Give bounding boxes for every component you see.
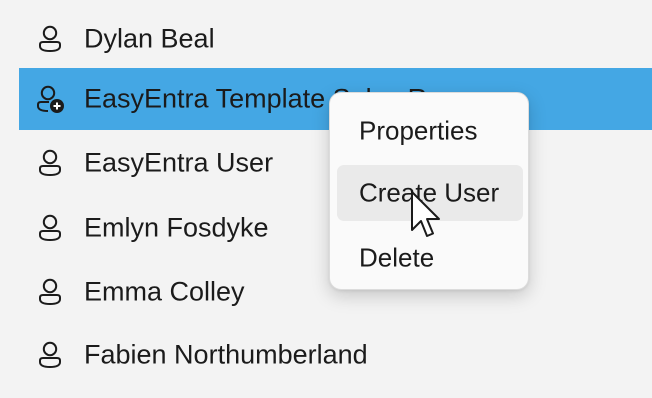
- menu-item-label: Delete: [359, 242, 435, 273]
- list-item-user[interactable]: Dylan Beal: [19, 8, 652, 70]
- list-item-user[interactable]: Fabien Northumberland: [19, 324, 652, 386]
- user-name: Dylan Beal: [84, 23, 215, 54]
- user-icon: [39, 25, 61, 52]
- user-name: EasyEntra User: [84, 147, 274, 178]
- menu-item-properties[interactable]: Properties: [337, 103, 523, 159]
- user-icon: [39, 278, 61, 305]
- user-name: Emma Colley: [84, 276, 245, 307]
- user-icon: [39, 341, 61, 368]
- user-name: Emlyn Fosdyke: [84, 212, 269, 243]
- user-add-icon: [37, 85, 64, 113]
- menu-item-label: Properties: [359, 115, 478, 146]
- user-list: Dylan Beal EasyEntra Template Sales Rep …: [0, 0, 652, 398]
- user-icon: [39, 149, 61, 176]
- arrow-pointer-icon: [411, 191, 440, 237]
- user-name: Fabien Northumberland: [84, 339, 368, 370]
- user-icon: [39, 214, 61, 241]
